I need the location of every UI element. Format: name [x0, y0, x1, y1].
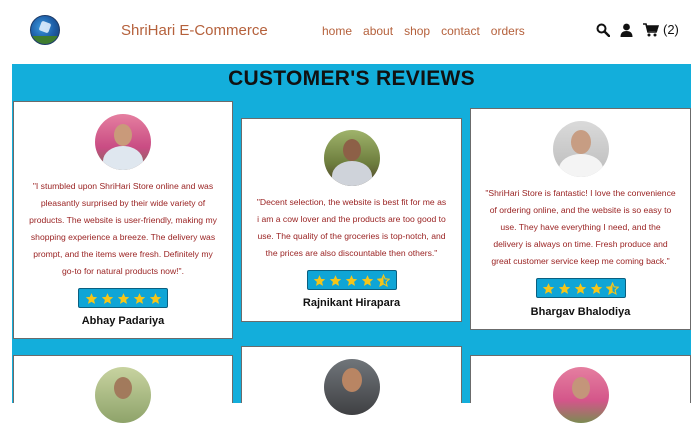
review-text: "I stumbled upon ShriHari Store online a… [29, 181, 217, 276]
review-card: "I stumbled upon ShriHari Store online a… [13, 101, 233, 339]
avatar [95, 367, 151, 423]
star-icon [117, 292, 129, 304]
star-icon [85, 292, 97, 304]
star-icon [574, 282, 587, 294]
main-nav: home about shop contact orders [322, 24, 525, 38]
reviews-section: CUSTOMER'S REVIEWS "I stumbled upon Shri… [12, 64, 691, 423]
nav-home[interactable]: home [322, 24, 352, 38]
star-icon [542, 282, 555, 294]
search-icon[interactable] [596, 23, 610, 37]
star-icon [149, 292, 161, 304]
nav-about[interactable]: about [363, 24, 393, 38]
review-card [13, 355, 233, 423]
reviewer-name: Bhargav Bhalodiya [530, 306, 631, 318]
avatar [552, 121, 609, 177]
star-icon [101, 292, 113, 304]
nav-orders[interactable]: orders [491, 24, 525, 38]
star-icon [133, 292, 145, 304]
user-icon[interactable] [620, 23, 633, 37]
header-icons: (2) [596, 22, 679, 37]
review-text: "ShriHari Store is fantastic! I love the… [485, 188, 676, 266]
reviewer-name: Rajnikant Hirapara [302, 297, 401, 309]
nav-contact[interactable]: contact [441, 24, 480, 38]
logo-icon[interactable] [30, 15, 60, 45]
star-icon [361, 274, 374, 286]
cart-icon [643, 22, 659, 36]
star-icon [558, 282, 571, 294]
star-icon [313, 274, 326, 286]
section-title: CUSTOMER'S REVIEWS [228, 67, 475, 90]
star-half-icon [606, 281, 619, 295]
avatar [95, 114, 151, 170]
review-card: "Decent selection, the website is best f… [241, 118, 462, 322]
rating-stars [306, 270, 397, 290]
avatar [323, 359, 380, 415]
nav-shop[interactable]: shop [404, 24, 430, 38]
brand-name[interactable]: ShriHari E-Commerce [121, 22, 268, 39]
cart-count: (2) [663, 22, 679, 37]
star-icon [345, 274, 358, 286]
review-card [241, 346, 462, 415]
star-icon [590, 282, 603, 294]
review-text: "Decent selection, the website is best f… [256, 197, 447, 258]
rating-stars [535, 278, 626, 298]
star-half-icon [377, 273, 390, 287]
rating-stars [78, 288, 168, 308]
site-header: ShriHari E-Commerce home about shop cont… [0, 0, 691, 64]
reviewer-name: Abhay Padariya [81, 315, 165, 327]
avatar [552, 367, 609, 423]
cart-button[interactable]: (2) [643, 22, 679, 37]
avatar [323, 130, 380, 186]
review-card [470, 355, 691, 423]
review-card: "ShriHari Store is fantastic! I love the… [470, 108, 691, 330]
star-icon [329, 274, 342, 286]
